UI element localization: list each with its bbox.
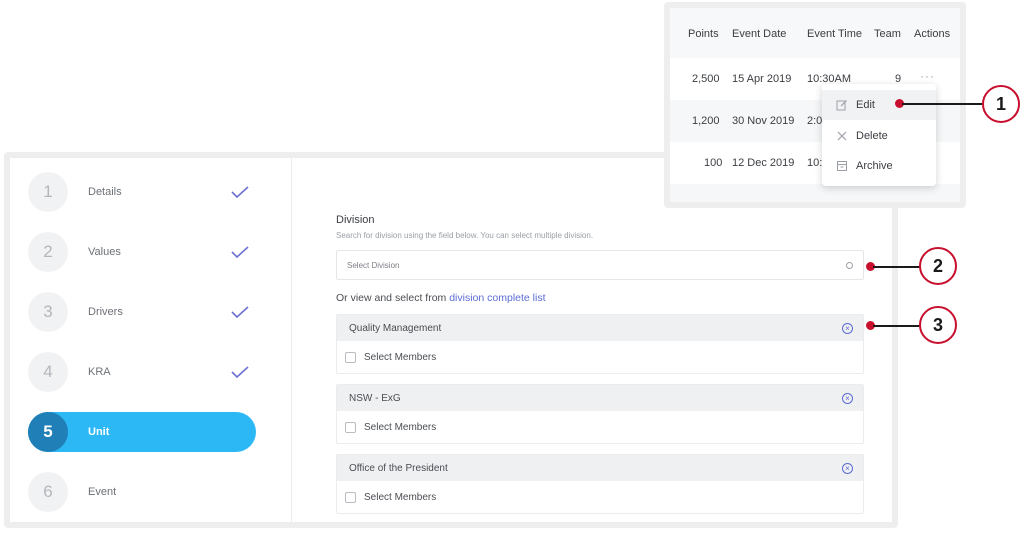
division-title: Division bbox=[336, 214, 375, 226]
more-actions-icon[interactable]: ··· bbox=[920, 69, 935, 83]
step-label: Details bbox=[88, 186, 122, 198]
remove-icon[interactable]: × bbox=[842, 392, 853, 404]
division-list-link[interactable]: division complete list bbox=[449, 292, 545, 304]
menu-item-label: Delete bbox=[856, 130, 888, 142]
step-number: 2 bbox=[28, 232, 68, 272]
column-header-event-time: Event Time bbox=[807, 28, 863, 40]
checkmark-icon bbox=[231, 186, 249, 199]
step-number: 5 bbox=[28, 412, 68, 452]
unit-name: Quality Management bbox=[349, 322, 442, 334]
select-members-checkbox[interactable] bbox=[345, 352, 356, 363]
step-number: 4 bbox=[28, 352, 68, 392]
unit-card-body: Select Members bbox=[337, 411, 863, 444]
column-header-team: Team bbox=[874, 28, 901, 40]
search-icon bbox=[846, 261, 853, 269]
division-select[interactable]: Select Division bbox=[336, 250, 864, 280]
division-select-placeholder: Select Division bbox=[347, 260, 400, 270]
step-drivers[interactable]: 3 Drivers bbox=[28, 292, 256, 332]
step-label: Drivers bbox=[88, 306, 123, 318]
cell-event-date: 30 Nov 2019 bbox=[732, 115, 795, 127]
menu-item-label: Edit bbox=[856, 99, 875, 111]
cell-points: 100 bbox=[704, 157, 723, 169]
select-members-label: Select Members bbox=[364, 422, 437, 433]
select-members-checkbox[interactable] bbox=[345, 492, 356, 503]
unit-card-header: Office of the President × bbox=[337, 455, 863, 481]
step-label: Values bbox=[88, 246, 121, 258]
unit-card-body: Select Members bbox=[337, 481, 863, 514]
unit-wizard-card: 1 Details 2 Values 3 Drivers 4 KRA 5 Uni… bbox=[4, 152, 898, 528]
menu-item-delete[interactable]: Delete bbox=[822, 121, 936, 151]
checkmark-icon bbox=[231, 366, 249, 379]
step-values[interactable]: 2 Values bbox=[28, 232, 256, 272]
step-kra[interactable]: 4 KRA bbox=[28, 352, 256, 392]
step-number: 6 bbox=[28, 472, 68, 512]
menu-item-edit[interactable]: Edit bbox=[822, 90, 936, 120]
or-text: Or view and select from bbox=[336, 292, 450, 304]
wizard-steps: 1 Details 2 Values 3 Drivers 4 KRA 5 Uni… bbox=[10, 158, 292, 522]
unit-name: NSW - ExG bbox=[349, 392, 401, 404]
unit-card-header: Quality Management × bbox=[337, 315, 863, 341]
cell-event-date: 12 Dec 2019 bbox=[732, 157, 795, 169]
step-label: Event bbox=[88, 486, 117, 498]
row-actions-menu: Edit Delete Archive bbox=[822, 84, 936, 186]
step-label: Unit bbox=[88, 426, 110, 438]
close-icon bbox=[837, 131, 847, 141]
step-unit[interactable]: 5 Unit bbox=[28, 412, 256, 452]
cell-event-date: 15 Apr 2019 bbox=[732, 73, 792, 85]
archive-icon bbox=[837, 161, 847, 171]
step-label: KRA bbox=[88, 366, 111, 378]
select-members-checkbox[interactable] bbox=[345, 422, 356, 433]
unit-card-body: Select Members bbox=[337, 341, 863, 374]
unit-card: NSW - ExG × Select Members bbox=[336, 384, 864, 444]
step-number: 3 bbox=[28, 292, 68, 332]
division-help-text: Search for division using the field belo… bbox=[336, 231, 594, 240]
callout-line bbox=[902, 103, 982, 105]
select-members-label: Select Members bbox=[364, 352, 437, 363]
select-members-label: Select Members bbox=[364, 492, 437, 503]
callout-3: 3 bbox=[919, 306, 957, 344]
remove-icon[interactable]: × bbox=[842, 462, 853, 474]
cell-event-time: 2:0 bbox=[807, 115, 823, 127]
unit-content: Division Search for division using the f… bbox=[332, 158, 892, 522]
column-header-event-date: Event Date bbox=[732, 28, 787, 40]
column-header-points: Points bbox=[688, 28, 719, 40]
step-number: 1 bbox=[28, 172, 68, 212]
cell-event-time: 10: bbox=[807, 157, 823, 169]
callout-2: 2 bbox=[919, 247, 957, 285]
callout-1: 1 bbox=[982, 85, 1020, 123]
callout-line bbox=[873, 266, 920, 268]
menu-item-label: Archive bbox=[856, 160, 893, 172]
step-details[interactable]: 1 Details bbox=[28, 172, 256, 212]
checkmark-icon bbox=[231, 246, 249, 259]
menu-item-archive[interactable]: Archive bbox=[822, 151, 936, 181]
unit-card-header: NSW - ExG × bbox=[337, 385, 863, 411]
step-event[interactable]: 6 Event bbox=[28, 472, 256, 512]
table-row bbox=[670, 184, 960, 202]
unit-name: Office of the President bbox=[349, 462, 448, 474]
edit-icon bbox=[836, 100, 847, 111]
column-header-actions: Actions bbox=[914, 28, 951, 40]
remove-icon[interactable]: × bbox=[842, 322, 853, 334]
unit-card: Quality Management × Select Members bbox=[336, 314, 864, 374]
table-header: Points Event Date Event Time Team Action… bbox=[670, 8, 960, 58]
cell-points: 1,200 bbox=[692, 115, 720, 127]
division-list-hint: Or view and select from division complet… bbox=[336, 292, 546, 304]
callout-line bbox=[873, 325, 920, 327]
cell-points: 2,500 bbox=[692, 73, 720, 85]
checkmark-icon bbox=[231, 306, 249, 319]
unit-card: Office of the President × Select Members bbox=[336, 454, 864, 514]
